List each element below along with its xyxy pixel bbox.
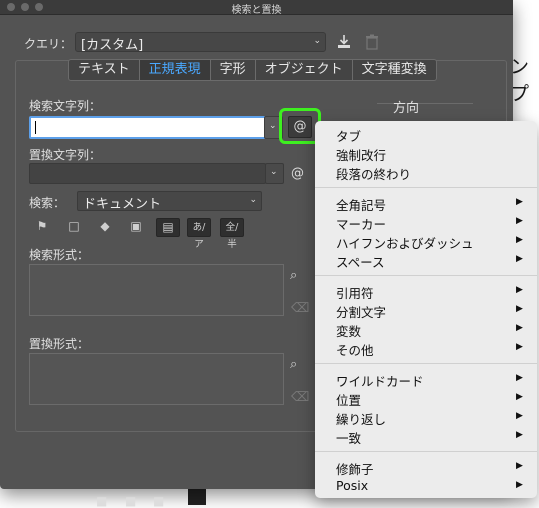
menu-separator (315, 451, 537, 452)
search-scope-value: ドキュメント (83, 197, 162, 212)
menu-item-other[interactable]: その他 (336, 340, 374, 359)
submenu-arrow-icon: ▶ (516, 411, 523, 421)
menu-item-posix[interactable]: Posix (336, 478, 368, 493)
trash-icon (366, 34, 378, 50)
find-what-label: 検索文字列： (29, 99, 102, 113)
background-document-text: ンプ (510, 56, 530, 105)
submenu-arrow-icon: ▶ (516, 254, 523, 264)
submenu-arrow-icon: ▶ (516, 304, 523, 314)
submenu-arrow-icon: ▶ (516, 392, 523, 402)
tab-text[interactable]: テキスト (69, 60, 140, 80)
specify-change-format-icon[interactable]: ⌕ (290, 357, 297, 372)
at-sign-icon: @ (291, 166, 304, 181)
search-scope-select[interactable]: ドキュメント ⌄ (77, 191, 262, 212)
specify-find-format-icon[interactable]: ⌕ (290, 268, 297, 283)
special-characters-menu: タブ 強制改行 段落の終わり 全角記号 ▶ マーカー ▶ ハイフンおよびダッシュ… (315, 121, 537, 498)
special-characters-for-find-button[interactable]: @ (288, 116, 312, 138)
tab-object[interactable]: オブジェクト (256, 60, 353, 80)
clear-find-format-icon[interactable]: ⌫ (291, 301, 309, 316)
delete-query-button[interactable] (365, 34, 379, 53)
background-panel-edge (188, 487, 206, 505)
chevron-down-icon: ⌄ (269, 121, 277, 131)
menu-item-break-character[interactable]: 分割文字 (336, 302, 386, 321)
full-half-width-sensitive-toggle[interactable]: 全/半 (220, 218, 244, 250)
menu-item-wildcards[interactable]: ワイルドカード (336, 371, 424, 390)
submenu-arrow-icon: ▶ (516, 216, 523, 226)
menu-item-white-space[interactable]: スペース (336, 252, 385, 271)
tab-grep[interactable]: 正規表現 (139, 60, 211, 80)
menu-item-markers[interactable]: マーカー (336, 214, 386, 233)
menu-item-fullwidth-symbols[interactable]: 全角記号 (336, 195, 386, 214)
find-format-label: 検索形式： (29, 248, 90, 262)
menu-item-modifiers[interactable]: 修飾子 (336, 459, 374, 478)
text-caret (35, 121, 36, 134)
find-format-box[interactable] (29, 264, 284, 316)
submenu-arrow-icon: ▶ (516, 480, 523, 490)
submenu-arrow-icon: ▶ (516, 197, 523, 207)
menu-separator (315, 187, 537, 188)
menu-item-hyphens-dashes[interactable]: ハイフンおよびダッシュ (336, 233, 474, 252)
submenu-arrow-icon: ▶ (516, 285, 523, 295)
menu-item-forced-line-break[interactable]: 強制改行 (336, 145, 386, 164)
search-scope-label: 検索： (29, 196, 66, 210)
change-to-input[interactable] (29, 163, 266, 184)
chevron-down-icon: ⌄ (270, 167, 278, 177)
find-what-input[interactable] (29, 116, 266, 139)
submenu-arrow-icon: ▶ (516, 430, 523, 440)
save-query-button[interactable] (336, 34, 352, 53)
change-to-label: 置換文字列： (29, 148, 102, 162)
title-bar[interactable]: 検索と置換 (0, 0, 513, 16)
direction-group (377, 103, 473, 122)
query-label: クエリ： (24, 37, 73, 51)
change-format-box[interactable] (29, 353, 284, 405)
new-page-icon[interactable]: ■ (125, 494, 136, 508)
menu-item-repeat[interactable]: 繰り返し (336, 409, 386, 428)
menu-separator (315, 275, 537, 276)
menu-separator (315, 363, 537, 364)
kana-sensitive-toggle[interactable]: あ/ア (187, 218, 211, 250)
query-value: [カスタム] (81, 38, 144, 53)
menu-item-locations[interactable]: 位置 (336, 390, 361, 409)
chevron-down-icon: ⌄ (249, 195, 257, 205)
submenu-arrow-icon: ▶ (516, 461, 523, 471)
include-footnotes-icon[interactable]: ▤ (156, 218, 180, 237)
menu-item-end-of-paragraph[interactable]: 段落の終わり (336, 164, 411, 183)
menu-item-quotation-marks[interactable]: 引用符 (336, 283, 374, 302)
tab-bar: テキスト 正規表現 字形 オブジェクト 文字種変換 (68, 59, 437, 81)
at-sign-icon: @ (293, 119, 307, 134)
tab-glyph[interactable]: 字形 (211, 60, 256, 80)
submenu-arrow-icon: ▶ (516, 342, 523, 352)
folder-icon[interactable]: ■ (96, 494, 107, 508)
menu-item-match[interactable]: 一致 (336, 428, 361, 447)
menu-item-variable[interactable]: 変数 (336, 321, 361, 340)
change-format-label: 置換形式： (29, 337, 90, 351)
include-locked-stories-icon[interactable]: □ (63, 218, 85, 235)
submenu-arrow-icon: ▶ (516, 373, 523, 383)
clear-change-format-icon[interactable]: ⌫ (291, 390, 309, 405)
query-select[interactable]: [カスタム] ⌄ (75, 32, 326, 53)
include-hidden-layers-icon[interactable]: ◆ (94, 218, 116, 235)
submenu-arrow-icon: ▶ (516, 323, 523, 333)
include-master-pages-icon[interactable]: ▣ (125, 218, 147, 235)
download-icon (338, 35, 350, 48)
tab-transliterate[interactable]: 文字種変換 (353, 60, 436, 80)
window-title: 検索と置換 (231, 5, 282, 16)
chevron-down-icon: ⌄ (313, 36, 321, 46)
direction-label: 方向 (393, 101, 420, 116)
change-history-dropdown[interactable]: ⌄ (265, 163, 284, 184)
trash-icon[interactable]: ■ (153, 494, 164, 508)
menu-item-tab[interactable]: タブ (336, 126, 361, 145)
submenu-arrow-icon: ▶ (516, 235, 523, 245)
include-locked-layers-icon[interactable]: ⚑ (31, 218, 53, 235)
special-characters-for-change-button[interactable]: @ (291, 166, 304, 181)
